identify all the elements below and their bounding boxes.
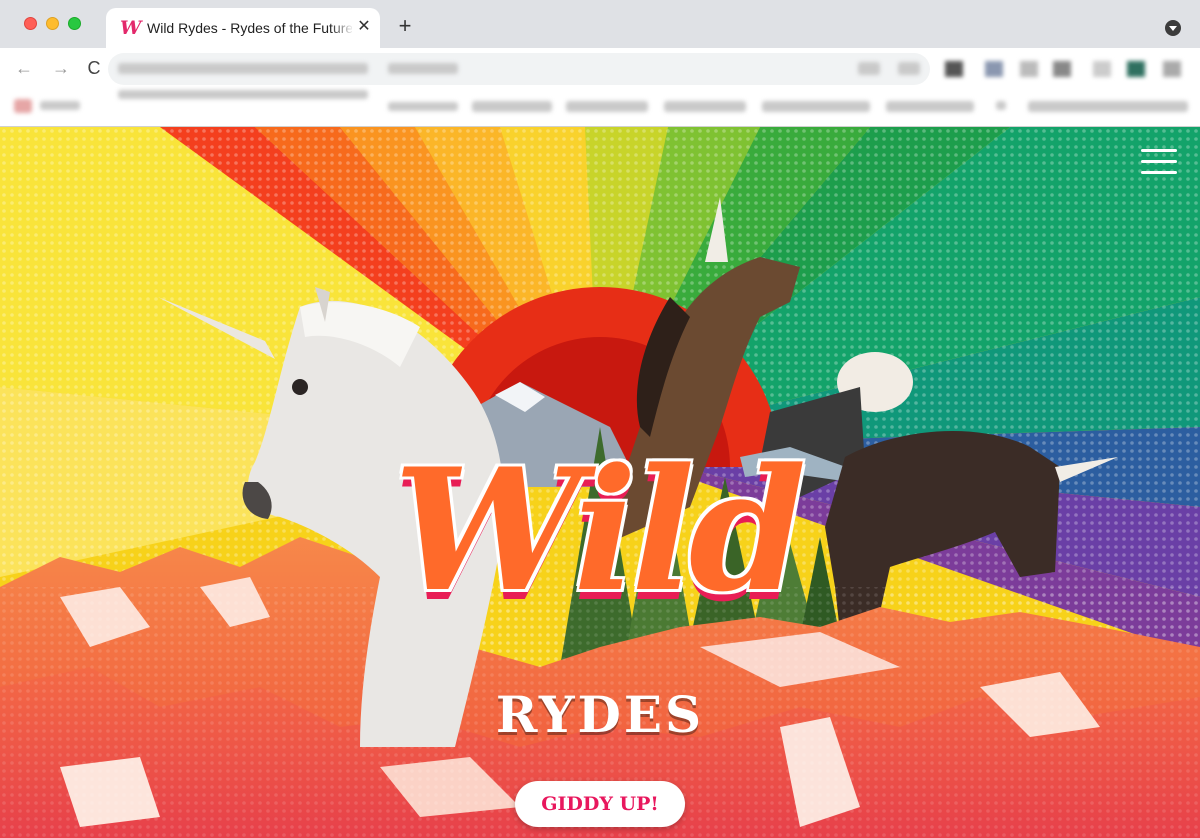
bookmark-redacted[interactable] <box>1028 101 1188 112</box>
browser-tab-active[interactable]: W Wild Rydes - Rydes of the Future ✕ <box>106 8 380 48</box>
logo-rydes: RYDES <box>495 685 705 744</box>
bookmark-redacted[interactable] <box>762 101 870 112</box>
favicon-w-icon: W <box>120 17 142 39</box>
bookmark-redacted[interactable] <box>40 101 80 110</box>
tab-title: Wild Rydes - Rydes of the Future <box>147 20 352 36</box>
extension-icon[interactable] <box>1093 61 1111 77</box>
extension-icon[interactable] <box>1020 61 1038 77</box>
bookmark-redacted[interactable] <box>566 101 648 112</box>
extension-icon[interactable] <box>1127 61 1145 77</box>
extension-icon[interactable] <box>985 61 1003 77</box>
bookmarks-bar <box>0 90 1200 127</box>
tab-menu-icon[interactable] <box>1165 20 1181 36</box>
bookmark-redacted[interactable] <box>388 102 458 111</box>
zoom-window-button[interactable] <box>68 17 81 30</box>
extension-icon[interactable] <box>1163 61 1181 77</box>
logo-wild: Wild <box>393 431 807 629</box>
browser-toolbar: ← → C <box>0 48 1200 90</box>
url-suggestion-redacted <box>118 90 368 99</box>
address-bar-redacted-text <box>118 63 368 74</box>
hamburger-menu-icon[interactable] <box>1141 149 1177 175</box>
bookmark-redacted[interactable] <box>472 101 552 112</box>
plus-icon[interactable]: + <box>393 14 417 38</box>
giddy-up-button[interactable]: GIDDY UP! <box>515 781 685 827</box>
address-bar[interactable] <box>108 53 930 85</box>
minimize-window-button[interactable] <box>46 17 59 30</box>
tab-title-fade <box>330 14 354 42</box>
back-arrow-icon[interactable]: ← <box>12 56 36 80</box>
reload-icon[interactable]: C <box>82 56 106 80</box>
bookmark-redacted[interactable] <box>996 101 1006 110</box>
forward-arrow-icon[interactable]: → <box>49 56 73 80</box>
close-icon[interactable]: ✕ <box>354 17 374 37</box>
bookmark-redacted[interactable] <box>664 101 746 112</box>
browser-chrome: W Wild Rydes - Rydes of the Future ✕ + ←… <box>0 0 1200 127</box>
address-bar-redacted-icon <box>858 62 880 75</box>
extension-icon[interactable] <box>1053 61 1071 77</box>
bookmark-favicon[interactable] <box>14 99 32 113</box>
extension-icon[interactable] <box>945 61 963 77</box>
tab-strip: W Wild Rydes - Rydes of the Future ✕ + <box>0 0 1200 48</box>
close-window-button[interactable] <box>24 17 37 30</box>
hero-section: Wild RYDES GIDDY UP! <box>0 127 1200 838</box>
bookmark-redacted[interactable] <box>886 101 974 112</box>
address-bar-redacted-icon <box>898 62 920 75</box>
address-bar-redacted-text <box>388 63 458 74</box>
